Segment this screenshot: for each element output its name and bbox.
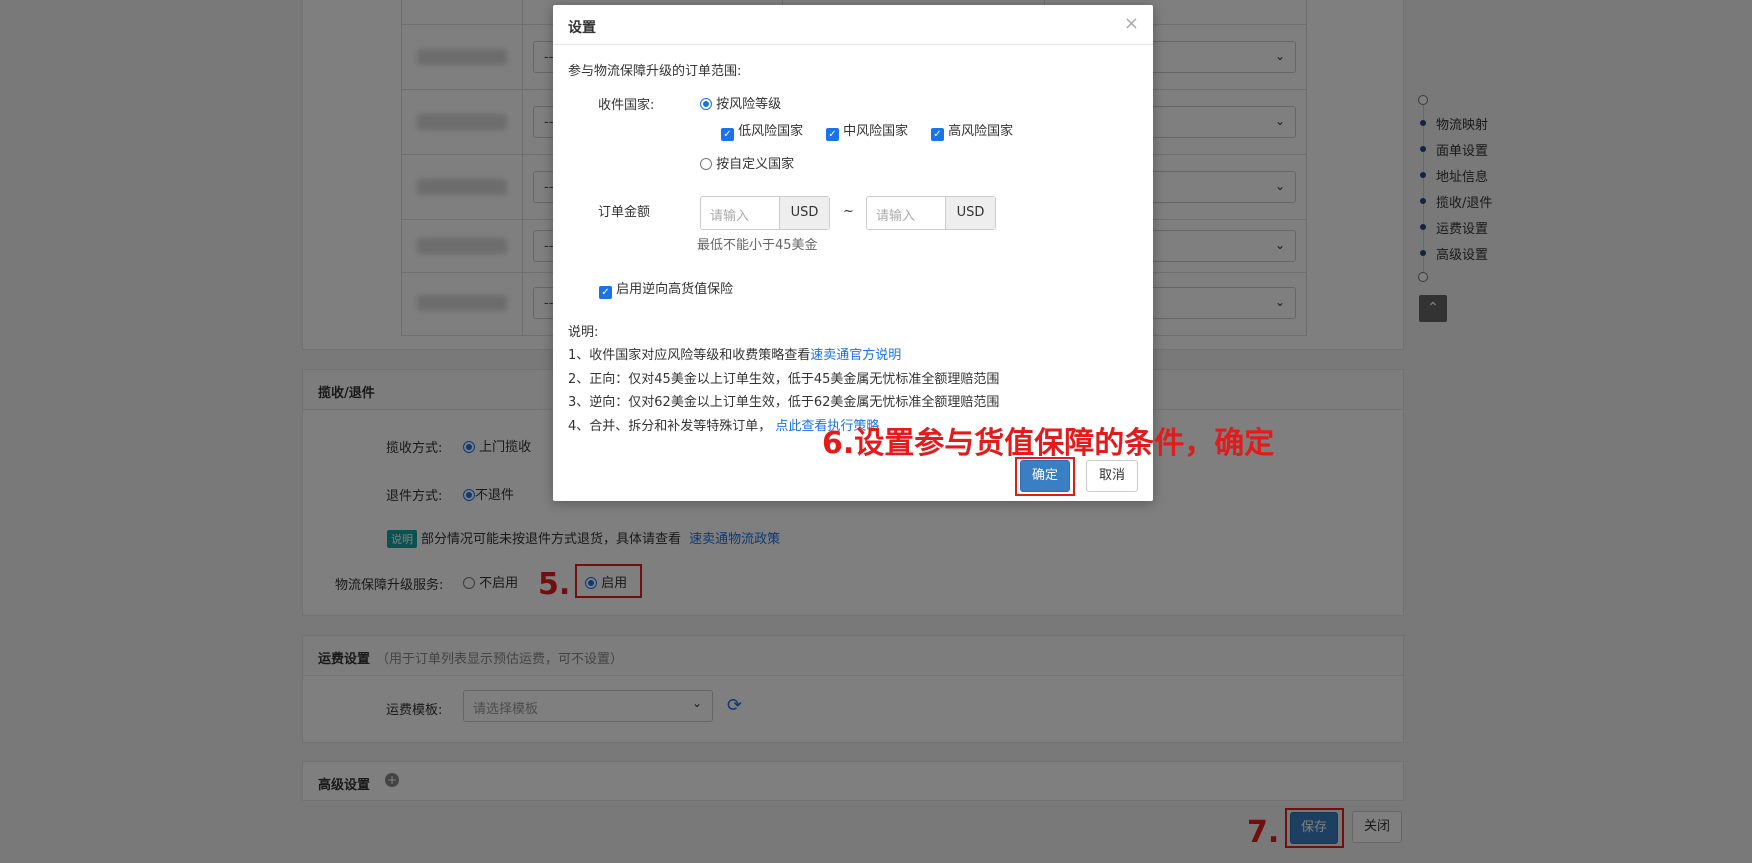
check-icon: ✓ bbox=[931, 128, 944, 141]
scope-label: 参与物流保障升级的订单范围: bbox=[568, 64, 742, 79]
input-placeholder: 请输入 bbox=[876, 209, 916, 224]
note-3: 3、逆向：仅对62美金以上订单生效，低于62美金属无忧标准全额理赔范围 bbox=[568, 395, 1000, 410]
option-label: 低风险国家 bbox=[738, 124, 804, 139]
check-icon: ✓ bbox=[826, 128, 839, 141]
option-by-custom[interactable]: 按自定义国家 bbox=[700, 153, 794, 172]
country-label: 收件国家: bbox=[598, 98, 655, 113]
note-text: 4、合并、拆分和补发等特殊订单， bbox=[568, 419, 772, 434]
checkbox-low-risk[interactable]: ✓ 低风险国家 bbox=[721, 120, 803, 141]
annotation-step6: 6.设置参与货值保障的条件，确定 bbox=[822, 426, 1275, 461]
checkbox-reverse-insurance[interactable]: ✓ 启用逆向高货值保险 bbox=[599, 278, 733, 299]
option-label: 按风险等级 bbox=[716, 97, 782, 112]
min-amount-input[interactable]: 请输入 USD bbox=[700, 196, 830, 230]
note-2: 2、正向：仅对45美金以上订单生效，低于45美金属无忧标准全额理赔范围 bbox=[568, 372, 1000, 387]
check-icon: ✓ bbox=[721, 128, 734, 141]
radio-icon bbox=[700, 158, 712, 170]
input-placeholder: 请输入 bbox=[710, 209, 750, 224]
notes-title: 说明: bbox=[568, 325, 599, 340]
option-label: 按自定义国家 bbox=[716, 157, 795, 172]
currency-addon: USD bbox=[779, 197, 829, 229]
currency-addon: USD bbox=[945, 197, 995, 229]
checkbox-high-risk[interactable]: ✓ 高风险国家 bbox=[931, 120, 1013, 141]
option-label: 中风险国家 bbox=[843, 124, 909, 139]
annotation-box-step6 bbox=[1015, 457, 1075, 496]
option-label: 启用逆向高货值保险 bbox=[616, 282, 734, 297]
modal-header: 设置 × bbox=[553, 5, 1153, 45]
cancel-button[interactable]: 取消 bbox=[1086, 460, 1138, 492]
range-separator: ~ bbox=[843, 204, 854, 219]
checkbox-mid-risk[interactable]: ✓ 中风险国家 bbox=[826, 120, 908, 141]
note-text: 1、收件国家对应风险等级和收费策略查看 bbox=[568, 348, 811, 363]
close-icon[interactable]: × bbox=[1124, 13, 1139, 34]
option-label: 高风险国家 bbox=[948, 124, 1014, 139]
max-amount-input[interactable]: 请输入 USD bbox=[866, 196, 996, 230]
note-1: 1、收件国家对应风险等级和收费策略查看速卖通官方说明 bbox=[568, 344, 901, 363]
modal-title: 设置 bbox=[568, 20, 596, 36]
radio-icon bbox=[700, 98, 712, 110]
official-docs-link[interactable]: 速卖通官方说明 bbox=[810, 348, 901, 363]
check-icon: ✓ bbox=[599, 286, 612, 299]
option-by-risk[interactable]: 按风险等级 bbox=[700, 93, 781, 112]
amount-label: 订单金额 bbox=[598, 205, 651, 220]
amount-hint: 最低不能小于45美金 bbox=[697, 238, 818, 253]
